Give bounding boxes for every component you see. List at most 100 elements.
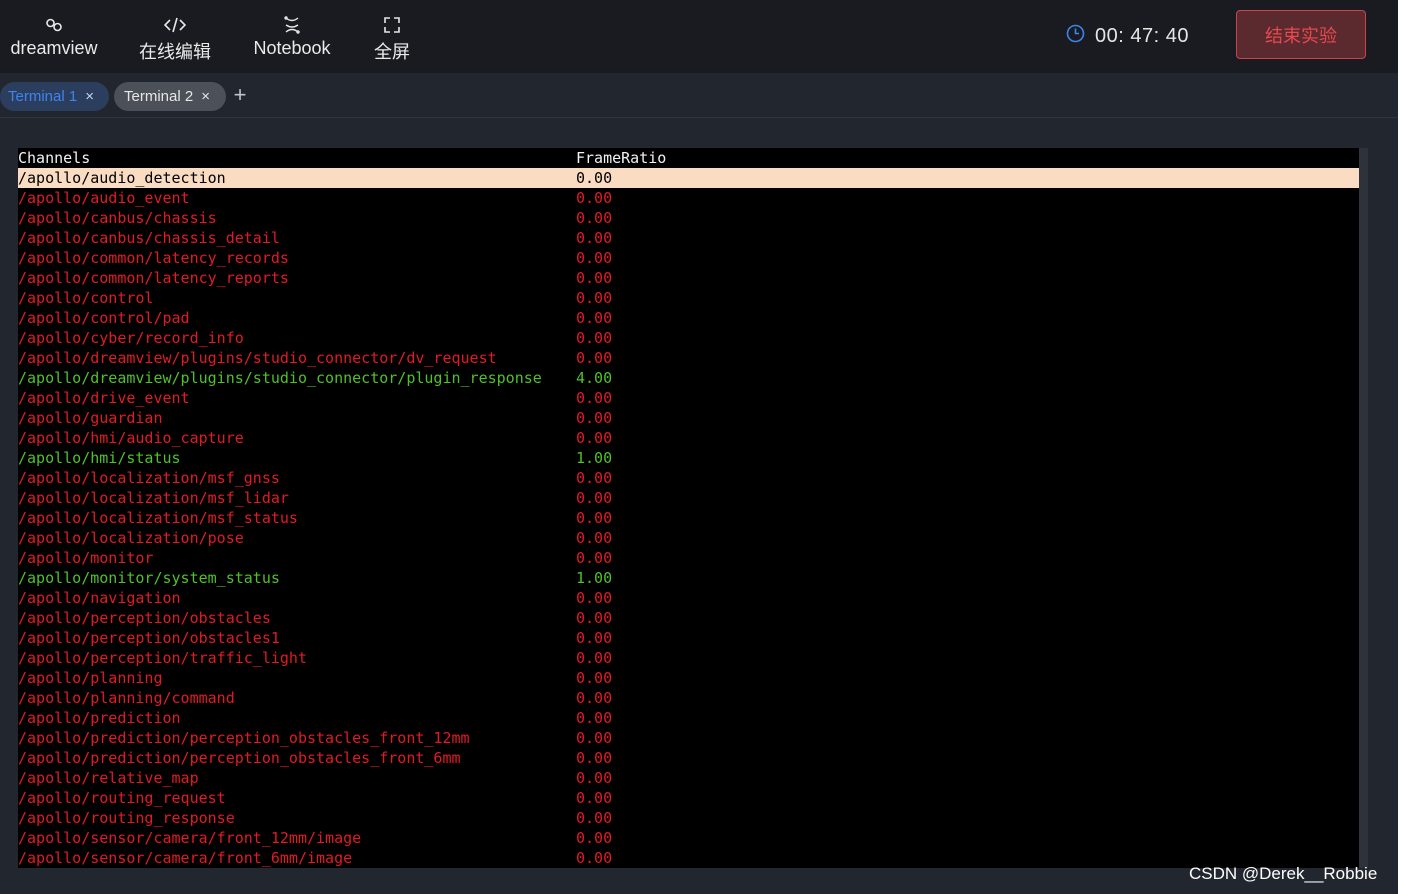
channel-name: /apollo/perception/obstacles1 [18,629,280,647]
frame-ratio-value: 0.00 [576,649,613,667]
terminal-header-row: Channels FrameRatio [18,148,1359,168]
channel-row: /apollo/canbus/chassis_detail 0.00 [18,228,1359,248]
channel-row: /apollo/canbus/chassis 0.00 [18,208,1359,228]
frame-ratio-value: 0.00 [576,329,613,347]
channel-row: /apollo/routing_request 0.00 [18,788,1359,808]
channel-row: /apollo/sensor/camera/front_6mm/image 0.0… [18,848,1359,868]
channel-name: /apollo/perception/traffic_light [18,649,307,667]
channel-name: /apollo/dreamview/plugins/studio_connect… [18,349,497,367]
channel-row: /apollo/prediction/perception_obstacles_… [18,728,1359,748]
top-toolbar: dreamview 在线编辑 Notebook 全屏 00: 47: 40 结束… [0,0,1398,73]
app-window: dreamview 在线编辑 Notebook 全屏 00: 47: 40 结束… [0,0,1398,894]
channel-row: /apollo/prediction/perception_obstacles_… [18,748,1359,768]
channel-row: /apollo/monitor/system_status 1.00 [18,568,1359,588]
channel-row: /apollo/drive_event 0.00 [18,388,1359,408]
fullscreen-button[interactable]: 全屏 [372,0,412,73]
tab-terminal-1[interactable]: Terminal 1 × [0,82,109,111]
channel-row: /apollo/perception/obstacles 0.00 [18,608,1359,628]
frame-ratio-value: 1.00 [576,449,613,467]
channel-name: /apollo/canbus/chassis [18,209,217,227]
frame-ratio-value: 0.00 [576,549,613,567]
channel-name: /apollo/planning [18,669,163,687]
online-edit-label: 在线编辑 [139,42,211,62]
channel-row: /apollo/common/latency_reports 0.00 [18,268,1359,288]
channel-name: /apollo/routing_response [18,809,235,827]
frame-ratio-value: 0.00 [576,789,613,807]
channel-name: /apollo/canbus/chassis_detail [18,229,280,247]
fullscreen-icon [381,14,403,36]
frame-ratio-value: 0.00 [576,169,613,187]
code-icon [164,14,186,36]
channel-name: /apollo/routing_request [18,789,226,807]
online-edit-button[interactable]: 在线编辑 [138,0,212,73]
frame-ratio-value: 0.00 [576,669,613,687]
frame-ratio-value: 0.00 [576,489,613,507]
frame-ratio-value: 0.00 [576,769,613,787]
channel-row: /apollo/localization/msf_gnss 0.00 [18,468,1359,488]
channel-row: /apollo/prediction 0.00 [18,708,1359,728]
channel-name: /apollo/sensor/camera/front_6mm/image [18,849,353,867]
close-icon[interactable]: × [201,88,210,105]
tab-terminal-2-label: Terminal 2 [124,88,194,105]
dreamview-label: dreamview [10,38,98,58]
channel-name: /apollo/drive_event [18,389,190,407]
frame-ratio-value: 0.00 [576,589,613,607]
frame-ratio-value: 0.00 [576,269,613,287]
frame-ratio-value: 0.00 [576,229,613,247]
channel-name: /apollo/relative_map [18,769,199,787]
channel-name: /apollo/prediction [18,709,181,727]
channel-name: /apollo/localization/msf_gnss [18,469,280,487]
terminal-scrollbar[interactable] [1359,148,1368,868]
channel-list: /apollo/audio_detection 0.00/apollo/audio… [18,168,1359,868]
channel-row: /apollo/monitor 0.00 [18,548,1359,568]
tab-terminal-2[interactable]: Terminal 2 × [114,82,226,111]
add-tab-button[interactable]: + [230,84,250,106]
channel-name: /apollo/monitor [18,549,154,567]
frame-ratio-value: 0.00 [576,309,613,327]
channel-row: /apollo/dreamview/plugins/studio_connect… [18,368,1359,388]
channel-name: /apollo/dreamview/plugins/studio_connect… [18,369,542,387]
frame-ratio-value: 0.00 [576,349,613,367]
channel-row: /apollo/localization/pose 0.00 [18,528,1359,548]
frame-ratio-value: 0.00 [576,849,613,867]
channel-row: /apollo/perception/traffic_light 0.00 [18,648,1359,668]
channel-name: /apollo/common/latency_reports [18,269,289,287]
channel-row: /apollo/guardian 0.00 [18,408,1359,428]
frame-ratio-value: 0.00 [576,529,613,547]
channel-row: /apollo/hmi/status 1.00 [18,448,1359,468]
notebook-button[interactable]: Notebook [248,0,336,73]
frame-ratio-value: 0.00 [576,629,613,647]
channel-row: /apollo/planning/command 0.00 [18,688,1359,708]
frame-ratio-value: 4.00 [576,369,613,387]
channel-name: /apollo/common/latency_records [18,249,289,267]
frame-ratio-value: 0.00 [576,409,613,427]
frame-ratio-value: 0.00 [576,289,613,307]
channel-name: /apollo/hmi/audio_capture [18,429,244,447]
frame-ratio-value: 0.00 [576,509,613,527]
terminal-tab-bar: Terminal 1 × Terminal 2 × [0,73,1398,118]
channel-name: /apollo/monitor/system_status [18,569,280,587]
channel-row: /apollo/cyber/record_info 0.00 [18,328,1359,348]
channel-name: /apollo/planning/command [18,689,235,707]
channel-name: /apollo/sensor/camera/front_12mm/image [18,829,362,847]
tab-terminal-1-label: Terminal 1 [8,88,78,105]
frame-ratio-value: 0.00 [576,429,613,447]
frame-ratio-value: 0.00 [576,249,613,267]
clock-icon [1066,24,1085,49]
frame-ratio-value: 1.00 [576,569,613,587]
channel-row: /apollo/dreamview/plugins/studio_connect… [18,348,1359,368]
frame-ratio-value: 0.00 [576,189,613,207]
channel-row: /apollo/common/latency_records 0.00 [18,248,1359,268]
channel-name: /apollo/hmi/status [18,449,181,467]
channel-name: /apollo/localization/msf_status [18,509,298,527]
notebook-icon [281,14,303,36]
end-experiment-button[interactable]: 结束实验 [1236,10,1366,59]
close-icon[interactable]: × [85,88,94,105]
terminal-output[interactable]: Channels FrameRatio /apollo/audio_detect… [18,148,1359,868]
frame-ratio-value: 0.00 [576,209,613,227]
channel-row: /apollo/localization/msf_lidar 0.00 [18,488,1359,508]
frame-ratio-value: 0.00 [576,749,613,767]
frame-ratio-value: 0.00 [576,829,613,847]
channel-name: /apollo/guardian [18,409,163,427]
dreamview-button[interactable]: dreamview [8,0,100,73]
